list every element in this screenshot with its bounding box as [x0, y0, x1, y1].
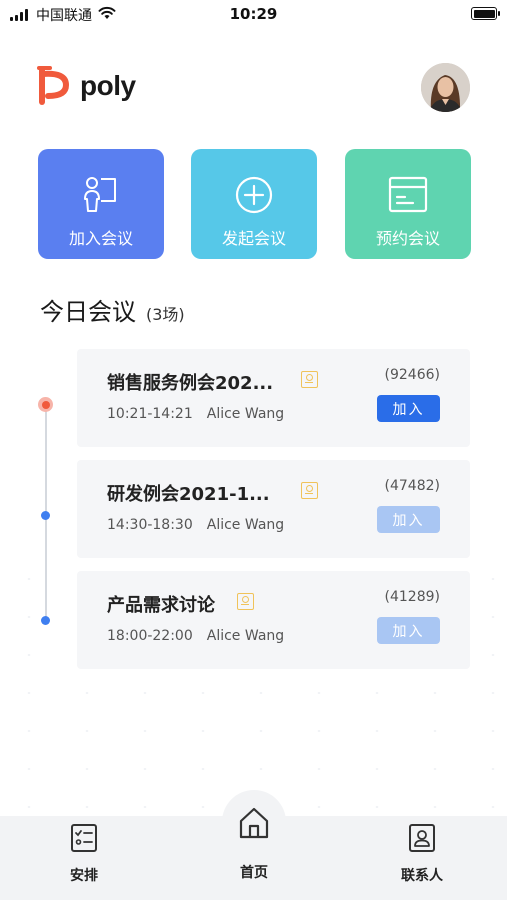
meeting-time: 18:00-22:00 Alice Wang	[107, 628, 284, 644]
meeting-time-range: 10:21-14:21	[107, 406, 193, 422]
join-meeting-button[interactable]: 加入会议	[38, 149, 164, 259]
tab-schedule-label: 安排	[70, 868, 98, 884]
calendar-icon	[388, 176, 428, 213]
poly-logo-mark-icon	[37, 66, 70, 105]
clock: 10:29	[229, 5, 278, 23]
meeting-time: 10:21-14:21 Alice Wang	[107, 406, 284, 422]
join-button[interactable]: 加入	[377, 617, 440, 644]
join-button[interactable]: 加入	[377, 395, 440, 422]
meeting-card[interactable]: 产品需求讨论 18:00-22:00 Alice Wang (41289) 加入	[77, 571, 470, 669]
join-person-icon	[84, 177, 116, 212]
meeting-code: (41289)	[384, 589, 440, 605]
status-bar: 中国联通 10:29	[0, 0, 507, 30]
start-meeting-label: 发起会议	[221, 229, 286, 248]
contact-badge-icon	[237, 593, 254, 610]
user-photo-icon	[421, 63, 470, 112]
home-icon	[239, 807, 269, 839]
contact-badge-icon	[301, 482, 318, 499]
join-button[interactable]: 加入	[377, 506, 440, 533]
avatar[interactable]	[421, 63, 470, 112]
schedule-meeting-label: 预约会议	[375, 229, 440, 248]
meeting-code: (47482)	[384, 478, 440, 494]
quick-actions: 加入会议 发起会议 预约会议	[38, 149, 471, 259]
join-meeting-label: 加入会议	[68, 229, 133, 248]
tab-home-label: 首页	[240, 865, 268, 881]
today-meetings-header: 今日会议 (3场)	[40, 292, 185, 327]
start-meeting-button[interactable]: 发起会议	[191, 149, 317, 259]
meeting-time-range: 14:30-18:30	[107, 517, 193, 533]
meeting-time: 14:30-18:30 Alice Wang	[107, 517, 284, 533]
meeting-host: Alice Wang	[206, 628, 285, 644]
meeting-count: (3场)	[146, 305, 185, 324]
meeting-code: (92466)	[384, 367, 440, 383]
meeting-card[interactable]: 研发例会2021-1... 14:30-18:30 Alice Wang (474…	[77, 460, 470, 558]
section-title: 今日会议	[40, 298, 136, 326]
meeting-time-range: 18:00-22:00	[107, 628, 193, 644]
poly-logo: poly	[36, 66, 136, 106]
tab-home[interactable]: 首页	[224, 806, 284, 882]
battery-icon	[471, 7, 500, 20]
meeting-card[interactable]: 销售服务例会202... 10:21-14:21 Alice Wang (9246…	[77, 349, 470, 447]
logo-text: poly	[80, 70, 136, 101]
timeline-dot	[41, 616, 50, 625]
tab-schedule[interactable]: 安排	[54, 823, 114, 885]
meeting-title: 产品需求讨论	[107, 595, 215, 616]
tab-contacts[interactable]: 联系人	[390, 823, 454, 885]
schedule-meeting-button[interactable]: 预约会议	[345, 149, 471, 259]
meeting-host: Alice Wang	[206, 406, 285, 422]
timeline-current-dot	[38, 397, 53, 412]
meeting-title: 研发例会2021-1...	[107, 484, 270, 505]
contact-card-icon	[409, 824, 435, 852]
contact-badge-icon	[301, 371, 318, 388]
plus-circle-icon	[235, 176, 273, 214]
meeting-title: 销售服务例会202...	[107, 373, 274, 394]
meeting-host: Alice Wang	[206, 517, 285, 533]
checklist-icon	[71, 824, 97, 852]
timeline-dot	[41, 511, 50, 520]
tab-contacts-label: 联系人	[401, 868, 443, 884]
